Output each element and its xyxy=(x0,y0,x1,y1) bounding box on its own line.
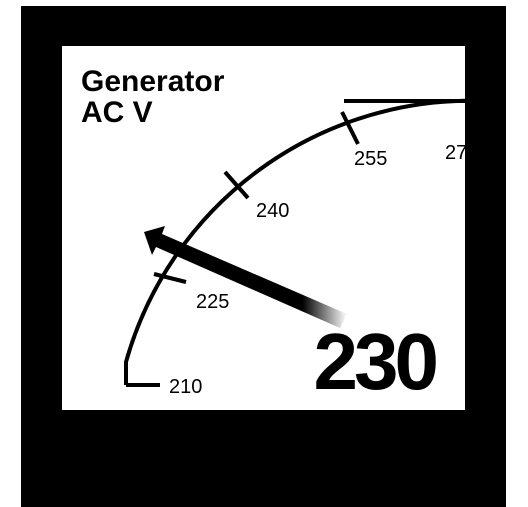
gauge-face: Generator AC V 210 225 240 255 27 230 xyxy=(62,46,465,410)
gauge-tick-label-255: 255 xyxy=(354,148,387,170)
gauge-tick-255 xyxy=(340,111,360,145)
gauge-reading: 230 xyxy=(313,317,440,406)
gauge-tick-label-210: 210 xyxy=(169,376,202,398)
gauge-tick-label-240: 240 xyxy=(256,200,289,222)
gauge-tick-label-270: 270 xyxy=(445,142,465,164)
gauge-needle xyxy=(144,226,347,328)
gauge-bezel: Generator AC V 210 225 240 255 27 230 xyxy=(21,6,506,507)
gauge-tick-label-225: 225 xyxy=(196,291,229,313)
